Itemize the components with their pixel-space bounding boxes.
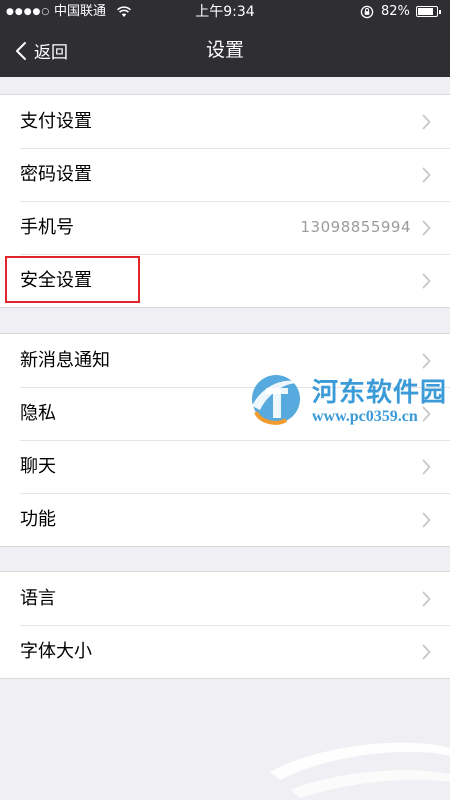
settings-item-label: 支付设置 <box>20 111 92 132</box>
battery-icon <box>416 6 441 17</box>
settings-item-font-size[interactable]: 字体大小 <box>0 625 450 678</box>
settings-group-general: 新消息通知 隐私 聊天 功能 <box>0 333 450 547</box>
settings-item-label: 聊天 <box>20 456 56 477</box>
settings-item-label: 隐私 <box>20 403 56 424</box>
settings-group-account: 支付设置 密码设置 手机号 13098855994 安全设置 <box>0 94 450 308</box>
settings-item-security[interactable]: 安全设置 <box>0 254 450 307</box>
settings-item-payment[interactable]: 支付设置 <box>0 95 450 148</box>
settings-item-label: 安全设置 <box>20 270 92 291</box>
chevron-right-icon <box>422 591 431 607</box>
chevron-right-icon <box>422 220 431 236</box>
chevron-right-icon <box>422 167 431 183</box>
chevron-right-icon <box>422 353 431 369</box>
settings-item-features[interactable]: 功能 <box>0 493 450 546</box>
chevron-right-icon <box>422 114 431 130</box>
top-bar: ●●●●○ 中国联通 上午9:34 82% 返回 设置 <box>0 0 450 77</box>
settings-item-phone[interactable]: 手机号 13098855994 <box>0 201 450 254</box>
settings-item-label: 语言 <box>20 588 56 609</box>
settings-item-label: 手机号 <box>20 217 74 238</box>
settings-item-label: 字体大小 <box>20 641 92 662</box>
settings-item-label: 功能 <box>20 509 56 530</box>
settings-item-language[interactable]: 语言 <box>0 572 450 625</box>
settings-item-password[interactable]: 密码设置 <box>0 148 450 201</box>
chevron-right-icon <box>422 644 431 660</box>
chevron-right-icon <box>422 273 431 289</box>
settings-item-label: 新消息通知 <box>20 350 110 371</box>
phone-number-value: 13098855994 <box>300 218 411 236</box>
battery-percentage: 82% <box>381 4 410 19</box>
settings-item-chat[interactable]: 聊天 <box>0 440 450 493</box>
navigation-bar: 返回 设置 <box>0 24 450 77</box>
settings-item-label: 密码设置 <box>20 164 92 185</box>
settings-item-notifications[interactable]: 新消息通知 <box>0 334 450 387</box>
settings-group-display: 语言 字体大小 <box>0 571 450 679</box>
page-title: 设置 <box>205 39 244 61</box>
orientation-lock-icon <box>360 5 374 19</box>
settings-item-privacy[interactable]: 隐私 <box>0 387 450 440</box>
status-bar: ●●●●○ 中国联通 上午9:34 82% <box>0 0 450 24</box>
chevron-right-icon <box>422 459 431 475</box>
chevron-right-icon <box>422 512 431 528</box>
decorative-swoosh-icon <box>270 742 450 798</box>
chevron-right-icon <box>422 406 431 422</box>
